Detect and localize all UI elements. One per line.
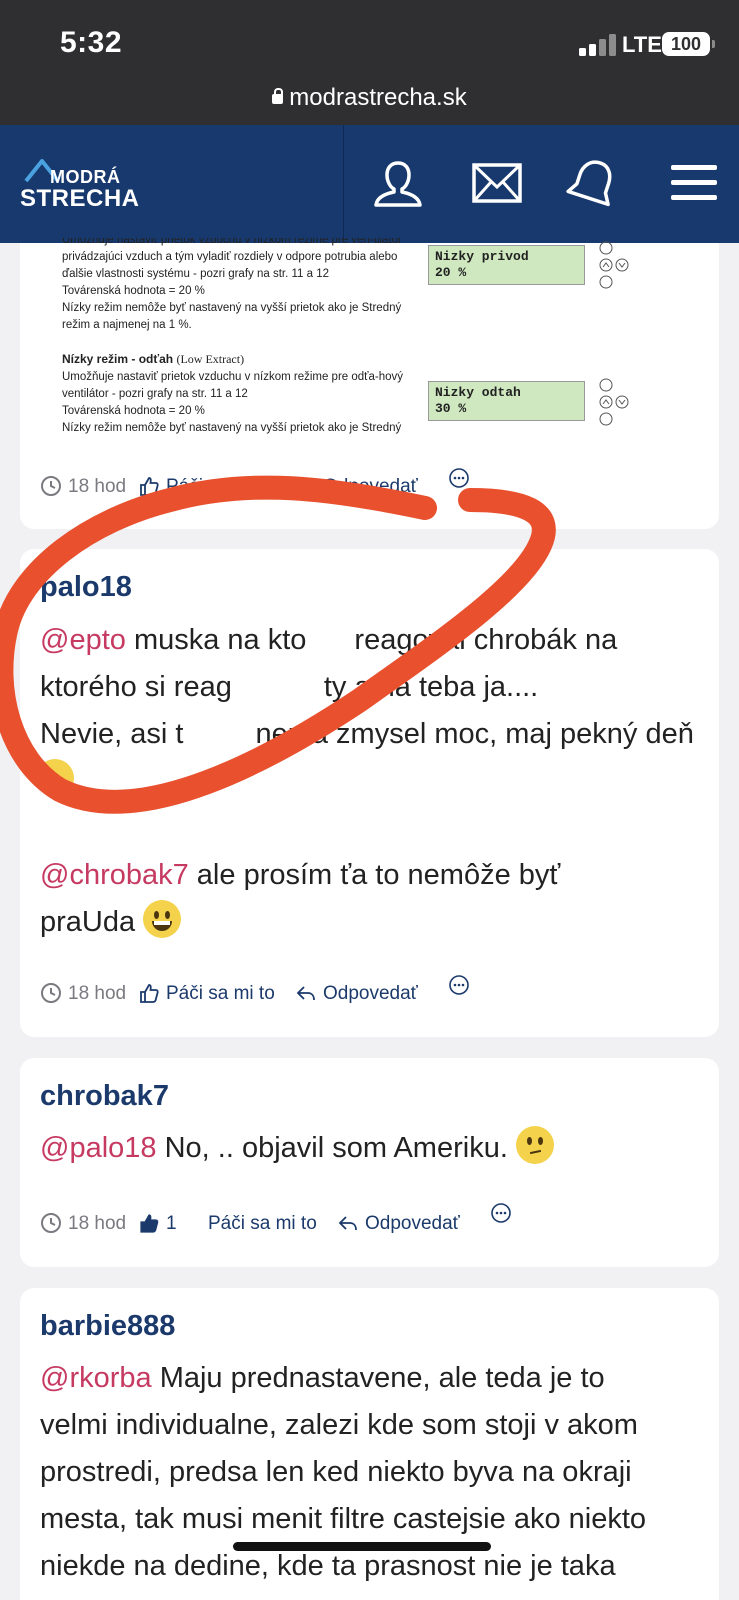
lock-icon <box>272 88 284 104</box>
confused-emoji-icon <box>515 1126 554 1164</box>
logo-text-bottom: STRECHA <box>20 185 140 212</box>
mention-link[interactable]: @chrobak7 <box>40 859 189 891</box>
address-bar[interactable]: modrastrecha.sk <box>0 84 739 112</box>
mention-link[interactable]: @palo18 <box>40 1132 157 1164</box>
post-time: 18 hod <box>40 472 126 502</box>
reply-icon <box>296 479 315 494</box>
image-text-line: Umožňuje nastaviť prietok vzduchu v nízk… <box>62 238 402 246</box>
site-logo[interactable]: MODRÁ STRECHA <box>20 155 140 215</box>
post-card: chrobak7 @palo18 No, .. objavil som Amer… <box>20 1058 719 1267</box>
bell-icon[interactable] <box>566 157 622 209</box>
image-text-line: Továrenská hodnota = 20 % <box>62 285 205 297</box>
clock-icon <box>41 1213 61 1233</box>
signal-icon <box>579 30 623 56</box>
thumbs-up-filled-icon <box>140 1214 159 1233</box>
mail-icon[interactable] <box>470 157 526 209</box>
post-actions: 18 hod Páči sa mi to Odpovedať <box>40 975 700 1009</box>
mention-link[interactable]: @rkorba <box>40 1362 152 1394</box>
lcd-display: Nizky odtah 30 % <box>428 381 585 421</box>
image-text-line: ďalšie vlastnosti systému - pozri grafy … <box>62 268 329 280</box>
menu-icon[interactable] <box>666 157 722 209</box>
home-indicator <box>233 1542 491 1551</box>
network-label: LTE <box>622 32 662 57</box>
user-icon[interactable] <box>370 157 426 209</box>
thumbs-up-icon <box>140 477 159 496</box>
reply-icon <box>338 1216 357 1231</box>
more-options-icon[interactable] <box>448 971 476 1001</box>
thumbs-up-icon <box>140 984 159 1003</box>
post-card: palo18 @epto muska na kto reagoval chrobá… <box>20 549 719 1037</box>
post-author[interactable]: palo18 <box>40 571 132 604</box>
site-header: MODRÁ STRECHA <box>0 125 739 243</box>
image-text-line: Nízky režim nemôže byť nastavený na vyšš… <box>62 422 402 434</box>
header-divider <box>343 125 344 243</box>
image-text-line: ventilátor - pozri grafy na str. 11 a 12 <box>62 388 248 400</box>
post-text: @palo18 No, .. objavil som Ameriku. <box>40 1125 699 1172</box>
post-card: barbie888 @rkorba Maju prednastavene, al… <box>20 1288 719 1600</box>
like-count[interactable]: 1 <box>138 1209 177 1239</box>
grinning-emoji-icon <box>143 900 182 938</box>
clock-icon <box>41 476 61 496</box>
reply-icon <box>296 986 315 1001</box>
post-image[interactable]: Umožňuje nastaviť prietok vzduchu v nízk… <box>40 238 640 434</box>
reply-button[interactable]: Odpovedať <box>337 1209 460 1239</box>
image-text-line: privádzajúci vzduch a tým vyladiť rozdie… <box>62 251 398 263</box>
mention-link[interactable]: @epto <box>40 624 126 656</box>
image-heading: Nízky režim - odťah (Low Extract) <box>62 352 245 366</box>
post-time: 18 hod <box>40 1209 126 1239</box>
post-author[interactable]: chrobak7 <box>40 1080 169 1113</box>
reply-button[interactable]: Odpovedať <box>295 472 418 502</box>
clock-icon <box>41 983 61 1003</box>
post-author[interactable]: barbie888 <box>40 1310 175 1343</box>
battery-icon: 100 <box>662 32 715 56</box>
more-options-icon[interactable] <box>448 464 476 494</box>
emoji-icon <box>36 759 74 797</box>
status-bar: 5:32 LTE 100 modrastrecha.sk <box>0 0 739 125</box>
image-text-line: Umožňuje nastaviť prietok vzduchu v nízk… <box>62 371 403 383</box>
post-time: 18 hod <box>40 979 126 1009</box>
post-actions: 18 hod Páči sa mi to Odpovedať <box>40 468 700 502</box>
like-button[interactable]: Páči sa mi to <box>138 979 275 1009</box>
post-text: @epto muska na kto reagoval chrobák na kt… <box>36 617 699 946</box>
post-text: @rkorba Maju prednastavene, ale teda je … <box>40 1362 647 1582</box>
image-text-line: režim a najmenej na 1 %. <box>62 319 192 331</box>
image-text-line: Nízky režim nemôže byť nastavený na vyšš… <box>62 302 402 314</box>
control-buttons-icon <box>599 241 629 426</box>
like-button[interactable]: Páči sa mi to <box>138 472 275 502</box>
more-options-icon[interactable] <box>490 1199 518 1229</box>
lcd-display: Nizky privod 20 % <box>428 245 585 285</box>
image-text-line: Továrenská hodnota = 20 % <box>62 405 205 417</box>
status-time: 5:32 <box>60 26 123 59</box>
like-button[interactable]: Páči sa mi to <box>208 1209 317 1239</box>
reply-button[interactable]: Odpovedať <box>295 979 418 1009</box>
url-text: modrastrecha.sk <box>289 84 467 111</box>
post-actions: 18 hod 1 Páči sa mi to Odpovedať <box>40 1203 700 1239</box>
